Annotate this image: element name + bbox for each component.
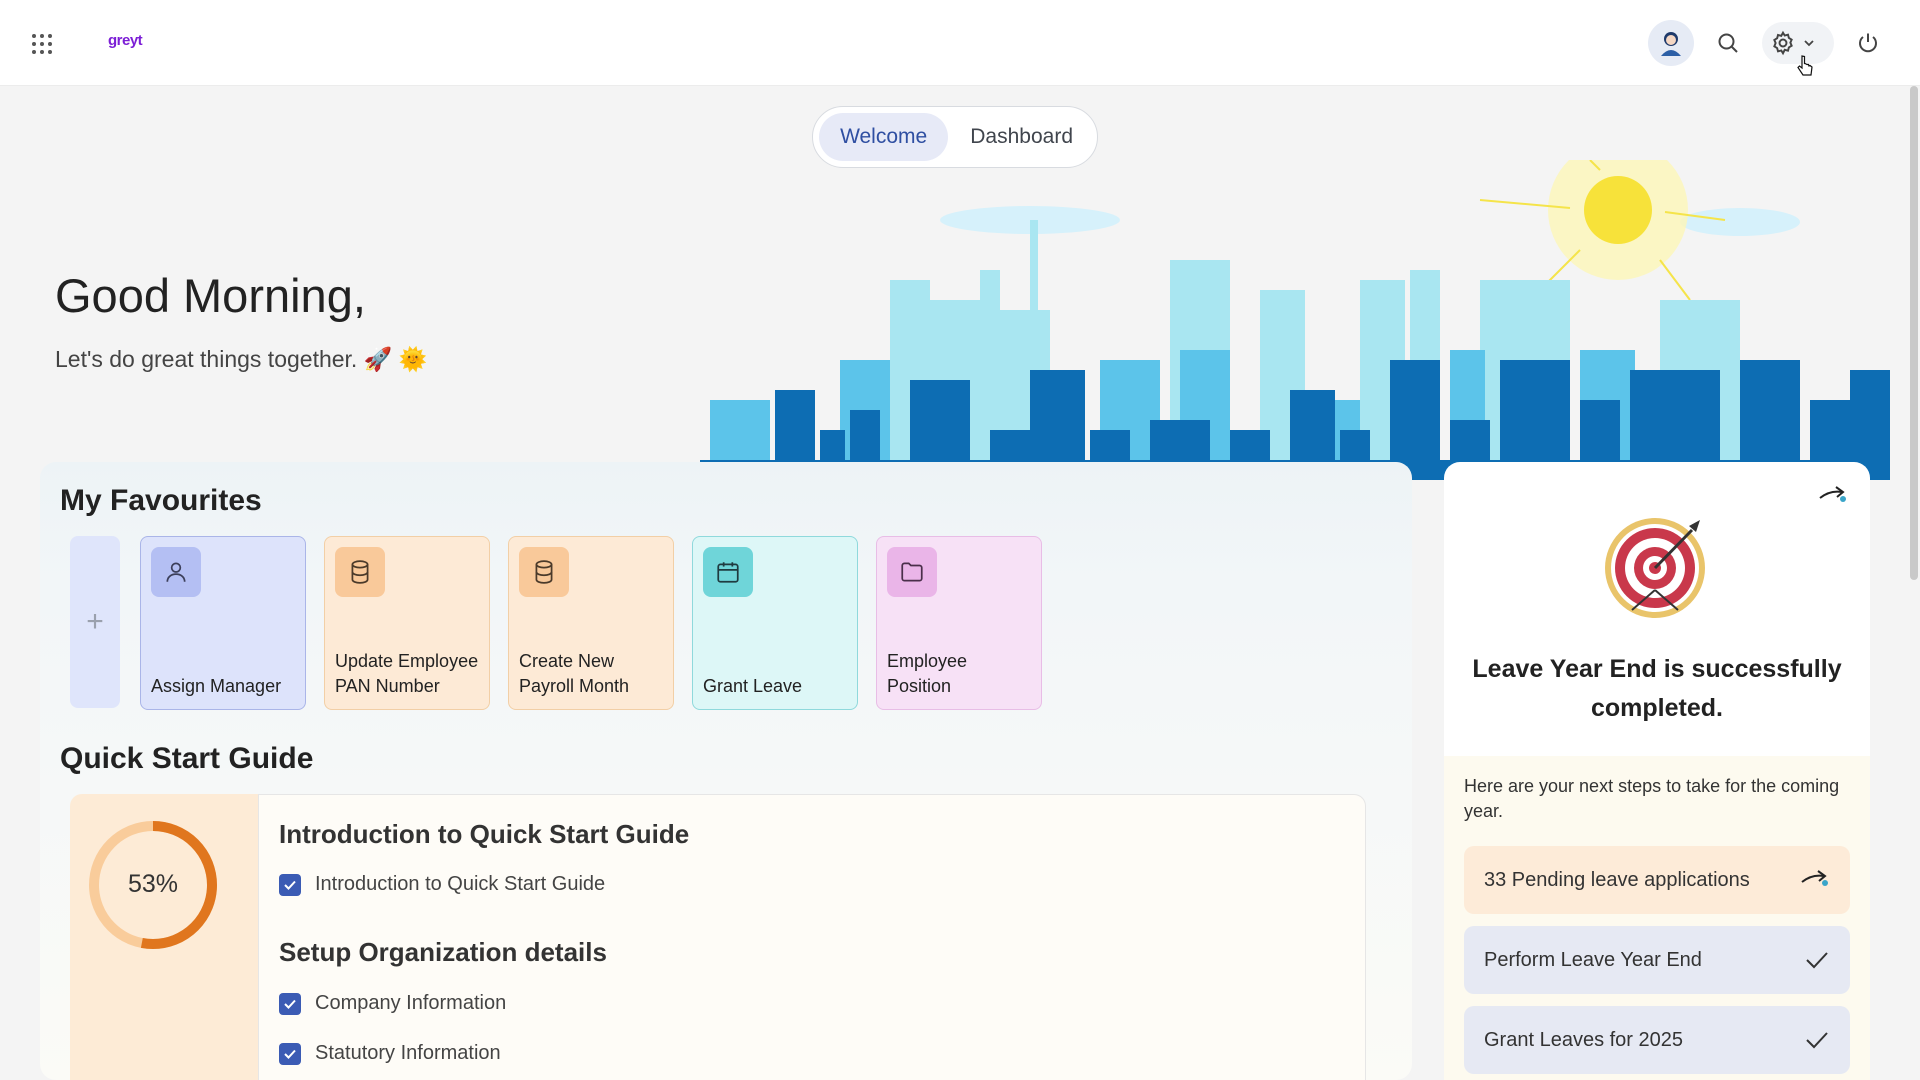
favourite-grant-leave[interactable]: Grant Leave	[692, 536, 858, 710]
arrow-right-icon	[1801, 870, 1828, 886]
checkbox-checked-icon[interactable]	[279, 1042, 301, 1065]
step-label: 33 Pending leave applications	[1484, 868, 1750, 891]
favourites-title: My Favourites	[60, 484, 262, 517]
checkbox-checked-icon[interactable]	[279, 873, 301, 896]
progress-percent: 53%	[127, 870, 179, 898]
fav-icon-box	[151, 547, 201, 597]
guide-item-intro[interactable]: Introduction to Quick Start Guide	[279, 873, 605, 896]
guide-section-heading: Setup Organization details	[279, 937, 607, 967]
greeting-subtitle: Let's do great things together. 🚀 🌞	[55, 346, 428, 372]
tab-welcome[interactable]: Welcome	[819, 113, 949, 161]
favourite-label: Grant Leave	[703, 676, 803, 696]
favourite-label: Update Employee PAN Number	[335, 651, 479, 696]
target-icon	[1605, 518, 1705, 618]
favourite-update-pan[interactable]: Update Employee PAN Number	[324, 536, 490, 710]
checkbox-checked-icon[interactable]	[279, 992, 301, 1015]
pointer-cursor-icon	[1797, 55, 1813, 76]
fav-icon-box	[519, 547, 569, 597]
guide-item-label: Statutory Information	[315, 1042, 501, 1064]
plus-icon: +	[86, 605, 104, 638]
step-grant-leaves-2025[interactable]: Grant Leaves for 2025	[1464, 1006, 1850, 1074]
step-label: Grant Leaves for 2025	[1484, 1028, 1684, 1051]
gear-icon	[1773, 30, 1793, 56]
fav-icon-box	[703, 547, 753, 597]
step-perform-leave-year-end[interactable]: Perform Leave Year End	[1464, 926, 1850, 994]
user-avatar-icon	[1661, 32, 1681, 56]
step-label: Perform Leave Year End	[1484, 948, 1702, 971]
favourite-assign-manager[interactable]: Assign Manager	[140, 536, 306, 710]
greeting-title: Good Morning,	[55, 269, 366, 322]
page-scrollbar[interactable]	[1910, 86, 1918, 580]
fav-icon-box	[887, 547, 937, 597]
folder-icon	[901, 562, 923, 582]
quick-start-title: Quick Start Guide	[60, 742, 314, 775]
favourite-label: Create New Payroll Month	[519, 651, 630, 696]
database-icon	[535, 560, 553, 584]
city-skyline-illustration	[700, 160, 1890, 480]
checkmark-icon	[1806, 1032, 1828, 1049]
top-bar: greyt	[0, 0, 1920, 86]
database-icon	[351, 560, 369, 584]
favourite-label: Employee Position	[887, 651, 968, 696]
app-logo[interactable]: greyt	[108, 32, 143, 49]
quick-start-progress-panel: 53%	[70, 794, 258, 1080]
checkmark-icon	[1806, 952, 1828, 969]
chevron-down-icon	[1804, 40, 1814, 47]
avatar[interactable]	[1648, 20, 1694, 66]
user-icon	[166, 562, 186, 582]
grid-icon[interactable]	[30, 32, 54, 56]
favourite-create-payroll-month[interactable]: Create New Payroll Month	[508, 536, 674, 710]
step-pending-leave-applications[interactable]: 33 Pending leave applications	[1464, 846, 1850, 914]
quick-start-guide-panel: Introduction to Quick Start Guide Introd…	[258, 794, 1366, 1080]
guide-item-label: Introduction to Quick Start Guide	[315, 873, 606, 895]
leave-year-end-title: Leave Year End is successfully completed…	[1472, 655, 1842, 722]
logout-button[interactable]	[1848, 23, 1888, 63]
search-icon	[1718, 33, 1738, 53]
tab-dashboard[interactable]: Dashboard	[952, 113, 1091, 161]
calendar-icon	[717, 562, 739, 583]
guide-item-statutory-information[interactable]: Statutory Information	[279, 1042, 501, 1065]
sun-icon	[1479, 160, 1726, 301]
guide-item-company-information[interactable]: Company Information	[279, 992, 506, 1015]
favourite-label: Assign Manager	[151, 676, 282, 696]
power-icon	[1859, 33, 1877, 53]
fav-icon-box	[335, 547, 385, 597]
add-favourite-button[interactable]: +	[70, 536, 120, 708]
guide-item-label: Company Information	[315, 992, 507, 1014]
guide-section-heading: Introduction to Quick Start Guide	[279, 819, 690, 849]
next-steps-intro: Here are your next steps to take for the…	[1464, 776, 1840, 821]
arrow-right-icon[interactable]	[1818, 484, 1848, 508]
favourite-employee-position[interactable]: Employee Position	[876, 536, 1042, 710]
view-toggle: Welcome Dashboard	[812, 106, 1098, 168]
search-button[interactable]	[1708, 23, 1748, 63]
